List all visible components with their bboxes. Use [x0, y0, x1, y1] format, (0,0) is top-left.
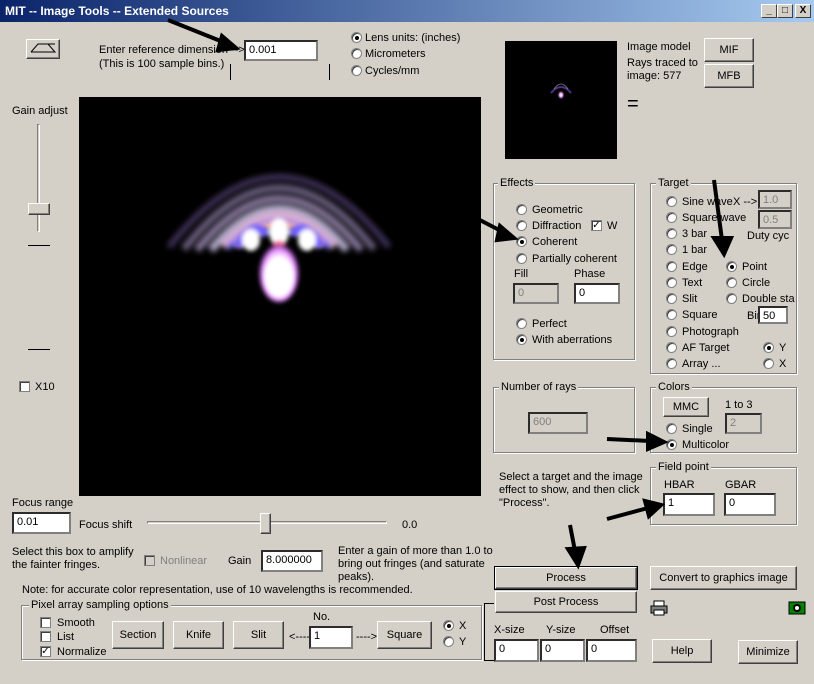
arrow-hbar-icon — [606, 506, 649, 521]
arrowhead-hbar-icon — [642, 498, 666, 520]
annotation-arrows — [167, 18, 735, 570]
arrowhead-point-icon — [710, 236, 735, 259]
arrowhead-reference-icon — [215, 32, 241, 53]
arrow-multicolor-icon — [606, 437, 651, 443]
arrowhead-coherent-icon — [494, 222, 519, 243]
arrowhead-multicolor-icon — [646, 430, 669, 453]
arrowhead-process-icon — [564, 545, 587, 570]
arrow-point-icon — [712, 179, 724, 241]
